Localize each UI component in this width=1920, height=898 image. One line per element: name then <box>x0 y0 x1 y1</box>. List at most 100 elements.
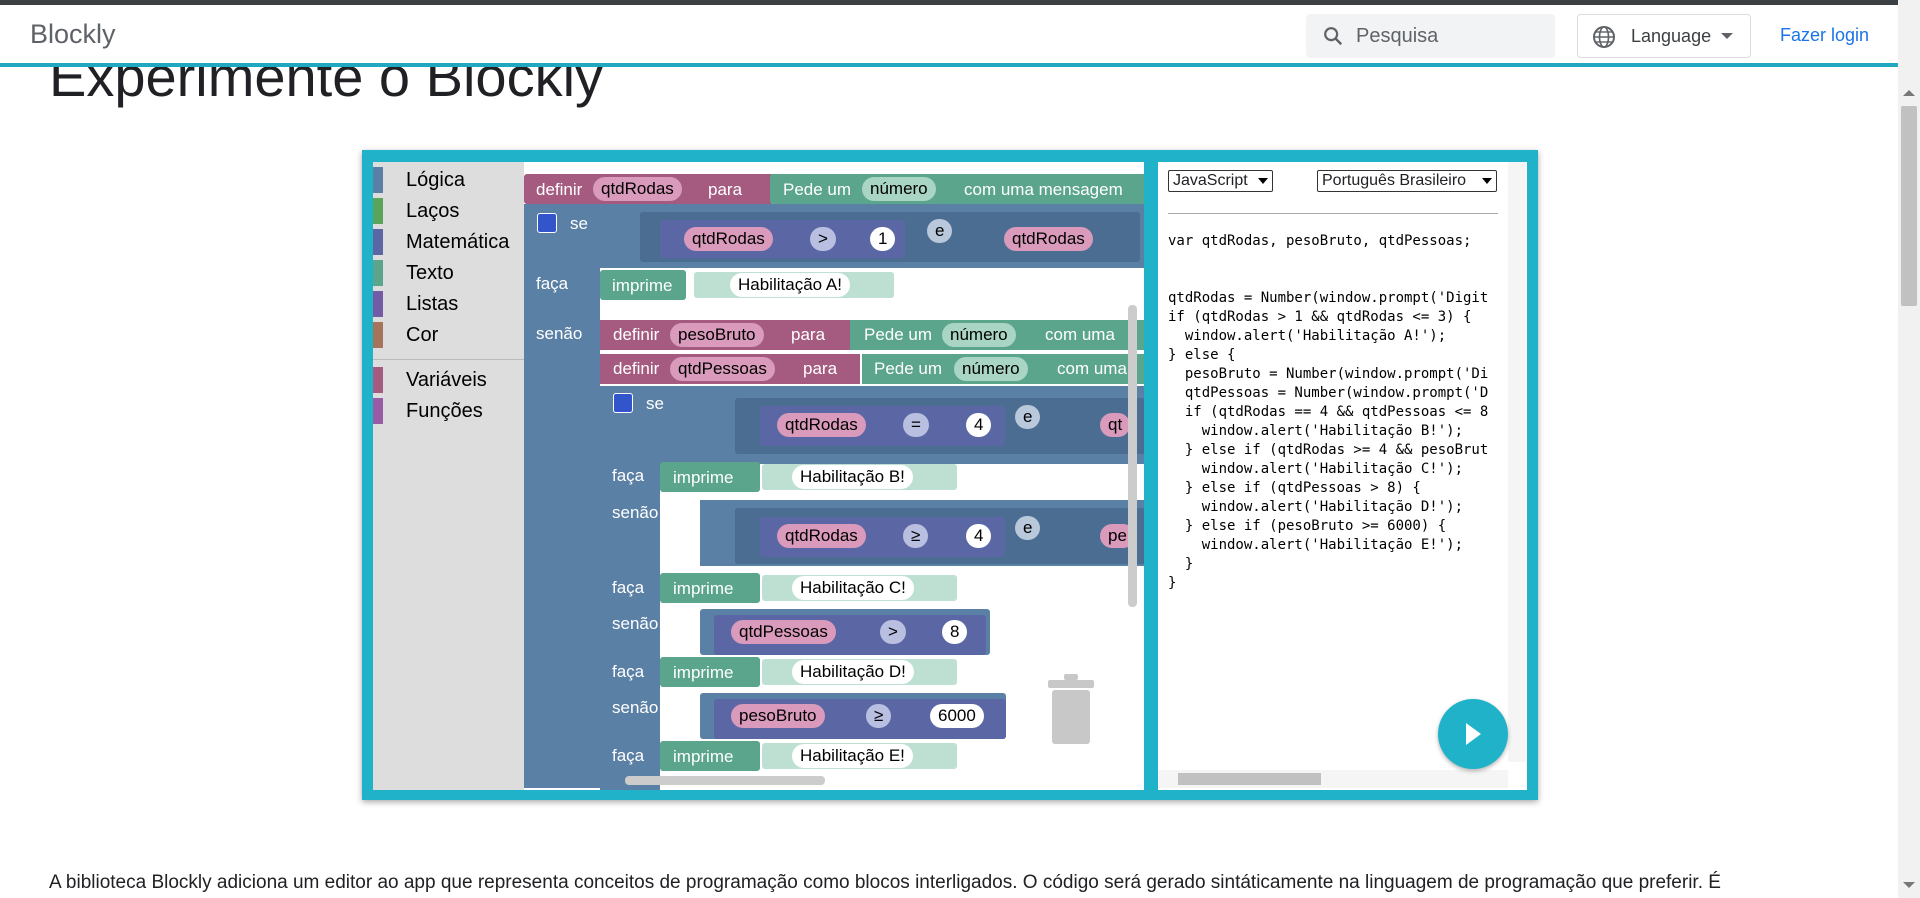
category-label: Lógica <box>406 169 465 191</box>
code-line: } <box>1168 556 1194 572</box>
variable-dropdown[interactable]: qtdPessoas <box>670 357 775 381</box>
mutator-gear-icon[interactable] <box>613 393 633 413</box>
locale-select[interactable]: Português Brasileiro <box>1317 170 1497 192</box>
code-line: var qtdRodas, pesoBruto, qtdPessoas; <box>1168 233 1472 249</box>
operator-dropdown[interactable]: > <box>810 227 836 251</box>
brand-logo[interactable]: Blockly <box>30 19 116 50</box>
workspace-vertical-scrollbar[interactable] <box>1128 305 1137 607</box>
block-keyword: imprime <box>673 468 734 487</box>
code-vertical-scrollbar[interactable] <box>1508 162 1526 762</box>
block-keyword: senão se <box>612 698 681 717</box>
trash-icon[interactable] <box>1046 674 1096 746</box>
toolbox-category-loops[interactable]: Laços <box>373 198 524 224</box>
variable-dropdown[interactable]: qtdRodas <box>1004 227 1093 251</box>
search-input[interactable]: Pesquisa <box>1356 25 1438 48</box>
text-field[interactable]: Habilitação C! <box>792 576 914 600</box>
category-label: Variáveis <box>406 369 487 391</box>
language-dropdown[interactable]: Language <box>1577 14 1751 58</box>
category-label: Texto <box>406 262 454 284</box>
code-line: window.alert('Habilitação D!'); <box>1168 499 1464 515</box>
category-label: Funções <box>406 400 483 422</box>
site-header: Blockly Pesquisa Language Fazer login <box>0 5 1898 67</box>
variable-dropdown[interactable]: qt <box>1100 413 1131 437</box>
blockly-toolbox: Lógica Laços Matemática Texto Listas Cor… <box>373 162 524 790</box>
block-keyword: Pede um <box>874 359 943 378</box>
code-line: if (qtdRodas == 4 && qtdPessoas <= 8 <box>1168 404 1489 420</box>
block-keyword: com uma <box>1057 359 1127 378</box>
text-field[interactable]: Habilitação A! <box>730 273 850 297</box>
type-dropdown[interactable]: número <box>942 323 1016 347</box>
code-line: window.alert('Habilitação B!'); <box>1168 423 1464 439</box>
scroll-down-arrow-icon[interactable] <box>1903 882 1915 888</box>
code-line: } else { <box>1168 347 1236 363</box>
toolbox-category-logic[interactable]: Lógica <box>373 167 524 193</box>
block-keyword: definir <box>613 325 660 344</box>
chevron-down-icon <box>1721 33 1733 39</box>
category-color-bar <box>373 322 383 348</box>
block-keyword: se <box>646 394 664 413</box>
chevron-down-icon <box>1258 178 1268 184</box>
toolbox-category-text[interactable]: Texto <box>373 260 524 286</box>
if-else-block-side <box>524 268 600 788</box>
block-keyword: com uma <box>1045 325 1115 344</box>
toolbox-category-lists[interactable]: Listas <box>373 291 524 317</box>
run-button[interactable] <box>1438 699 1508 769</box>
block-keyword: imprime <box>612 276 673 295</box>
scroll-up-arrow-icon[interactable] <box>1903 90 1915 96</box>
code-line: } else if (pesoBruto >= 6000) { <box>1168 518 1447 534</box>
play-icon <box>1466 723 1481 745</box>
code-line: } else if (qtdPessoas > 8) { <box>1168 480 1421 496</box>
block-keyword: faça <box>612 578 645 597</box>
block-keyword: para <box>791 325 826 344</box>
code-line: qtdRodas = Number(window.prompt('Digit <box>1168 290 1489 306</box>
toolbox-category-functions[interactable]: Funções <box>373 398 524 424</box>
variable-dropdown[interactable]: qtdRodas <box>777 524 866 548</box>
operator-dropdown[interactable]: > <box>880 620 906 644</box>
type-dropdown[interactable]: número <box>954 357 1028 381</box>
block-keyword: definir <box>536 180 583 199</box>
variable-dropdown[interactable]: pesoBruto <box>670 323 764 347</box>
block-keyword: faça <box>612 466 645 485</box>
variable-dropdown[interactable]: qtdRodas <box>777 413 866 437</box>
login-link[interactable]: Fazer login <box>1780 25 1869 46</box>
category-color-bar <box>373 367 383 393</box>
text-field[interactable]: Habilitação E! <box>792 744 913 768</box>
block-keyword: faça <box>536 274 569 293</box>
code-line: } <box>1168 575 1177 591</box>
code-horizontal-scrollbar-thumb[interactable] <box>1178 773 1321 785</box>
toolbox-category-color[interactable]: Cor <box>373 322 524 348</box>
variable-dropdown[interactable]: qtdRodas <box>684 227 773 251</box>
operator-dropdown[interactable]: ≥ <box>903 524 929 548</box>
category-color-bar <box>373 167 383 193</box>
variable-dropdown[interactable]: qtdRodas <box>593 177 682 201</box>
category-label: Laços <box>406 200 460 222</box>
text-field[interactable]: Habilitação B! <box>792 465 913 489</box>
block-keyword: com uma mensagem <box>964 180 1123 199</box>
variable-dropdown[interactable]: pesoBruto <box>731 704 825 728</box>
block-keyword: se <box>570 214 588 233</box>
page-scrollbar-thumb[interactable] <box>1901 106 1917 306</box>
toolbox-category-math[interactable]: Matemática <box>373 229 524 255</box>
block-keyword: faça <box>612 746 645 765</box>
mutator-gear-icon[interactable] <box>537 213 557 233</box>
code-divider <box>1168 213 1498 214</box>
globe-icon <box>1593 26 1615 48</box>
language-label: Language <box>1631 26 1712 46</box>
search-box[interactable]: Pesquisa <box>1306 14 1555 58</box>
toolbox-category-variables[interactable]: Variáveis <box>373 367 524 393</box>
workspace-horizontal-scrollbar[interactable] <box>625 776 825 785</box>
category-label: Cor <box>406 324 439 346</box>
blockly-workspace[interactable]: definir qtdRodas para Pede um número com… <box>524 162 1144 790</box>
operator-dropdown[interactable]: ≥ <box>866 704 892 728</box>
number-field[interactable]: 6000 <box>930 704 984 728</box>
text-field[interactable]: Habilitação D! <box>792 660 914 684</box>
code-language-select[interactable]: JavaScript <box>1168 170 1273 192</box>
code-line: pesoBruto = Number(window.prompt('Di <box>1168 366 1489 382</box>
operator-dropdown[interactable]: = <box>903 413 929 437</box>
variable-dropdown[interactable]: qtdPessoas <box>731 620 836 644</box>
search-icon <box>1324 27 1343 46</box>
category-color-bar <box>373 398 383 424</box>
select-value: JavaScript <box>1173 172 1248 189</box>
code-line: if (qtdRodas > 1 && qtdRodas <= 3) { <box>1168 309 1472 325</box>
type-dropdown[interactable]: número <box>862 177 936 201</box>
